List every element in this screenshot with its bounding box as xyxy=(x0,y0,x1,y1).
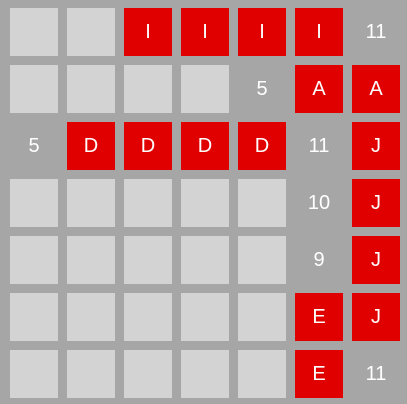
clue-number: 11 xyxy=(308,134,330,157)
empty-cell[interactable] xyxy=(238,179,286,227)
empty-cell[interactable] xyxy=(181,179,229,227)
letter-block[interactable]: D xyxy=(67,122,115,170)
empty-cell[interactable] xyxy=(67,8,115,56)
letter-block[interactable]: J xyxy=(352,179,400,227)
empty-cell[interactable] xyxy=(181,350,229,398)
empty-cell[interactable] xyxy=(238,293,286,341)
letter-block[interactable]: I xyxy=(124,8,172,56)
game-board: I I I I 11 5 A A 5 D D D D 11 J 10 J 9 J E J E 11 xyxy=(0,0,407,404)
letter-block[interactable]: J xyxy=(352,122,400,170)
letter-block[interactable]: I xyxy=(181,8,229,56)
empty-cell[interactable] xyxy=(238,350,286,398)
clue-number: 9 xyxy=(313,248,325,271)
empty-cell[interactable] xyxy=(10,65,58,113)
empty-cell[interactable] xyxy=(181,65,229,113)
empty-cell[interactable] xyxy=(10,350,58,398)
empty-cell[interactable] xyxy=(181,236,229,284)
letter-block[interactable]: E xyxy=(295,350,343,398)
empty-cell[interactable] xyxy=(124,350,172,398)
letter-block[interactable]: D xyxy=(124,122,172,170)
clue-number: 11 xyxy=(365,362,387,385)
empty-cell[interactable] xyxy=(67,236,115,284)
letter-block[interactable]: I xyxy=(238,8,286,56)
clue-number: 11 xyxy=(365,20,387,43)
letter-block[interactable]: D xyxy=(238,122,286,170)
empty-cell[interactable] xyxy=(124,65,172,113)
letter-block[interactable]: E xyxy=(295,293,343,341)
letter-block[interactable]: A xyxy=(352,65,400,113)
empty-cell[interactable] xyxy=(67,293,115,341)
empty-cell[interactable] xyxy=(67,179,115,227)
empty-cell[interactable] xyxy=(10,179,58,227)
empty-cell[interactable] xyxy=(238,236,286,284)
clue-number: 10 xyxy=(307,191,331,214)
letter-block[interactable]: I xyxy=(295,8,343,56)
clue-number: 5 xyxy=(256,77,268,100)
empty-cell[interactable] xyxy=(10,293,58,341)
empty-cell[interactable] xyxy=(10,236,58,284)
empty-cell[interactable] xyxy=(124,236,172,284)
empty-cell[interactable] xyxy=(10,8,58,56)
letter-block[interactable]: J xyxy=(352,236,400,284)
letter-block[interactable]: J xyxy=(352,293,400,341)
letter-block[interactable]: D xyxy=(181,122,229,170)
empty-cell[interactable] xyxy=(124,179,172,227)
letter-block[interactable]: A xyxy=(295,65,343,113)
clue-number: 5 xyxy=(28,134,40,157)
empty-cell[interactable] xyxy=(67,350,115,398)
empty-cell[interactable] xyxy=(67,65,115,113)
empty-cell[interactable] xyxy=(124,293,172,341)
empty-cell[interactable] xyxy=(181,293,229,341)
